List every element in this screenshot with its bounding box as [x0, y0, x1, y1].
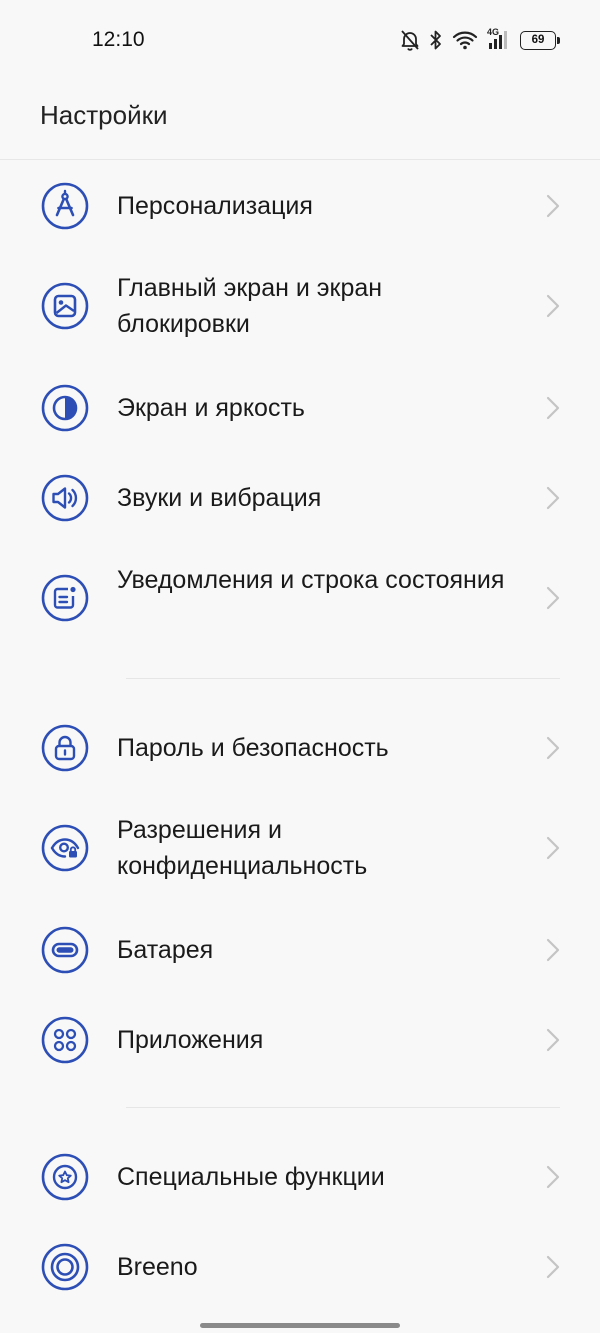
battery-indicator: 69 — [520, 30, 560, 50]
group-divider — [126, 1107, 560, 1108]
settings-item-label: Экран и яркость — [117, 394, 305, 422]
settings-item-sounds-vibration[interactable]: Звуки и вибрация — [0, 470, 600, 526]
settings-item-password-security[interactable]: Пароль и безопасность — [0, 720, 600, 776]
title-divider — [0, 159, 600, 160]
settings-item-home-lock-screen[interactable]: Главный экран и экран блокировки — [0, 268, 600, 344]
group-divider — [126, 678, 560, 679]
chevron-right-icon — [546, 586, 560, 610]
settings-item-label: Главный экран и экран блокировки — [117, 274, 383, 338]
chevron-right-icon — [546, 938, 560, 962]
chevron-right-icon — [546, 1255, 560, 1279]
settings-item-apps[interactable]: Приложения — [0, 1012, 600, 1068]
status-bar: 12:10 4G 69 — [0, 0, 600, 80]
status-time: 12:10 — [92, 28, 145, 51]
breeno-icon — [41, 1243, 89, 1291]
status-icons: 4G 69 — [400, 27, 560, 53]
settings-item-battery[interactable]: Батарея — [0, 922, 600, 978]
privacy-eye-icon — [41, 824, 89, 872]
speaker-icon — [41, 474, 89, 522]
bluetooth-icon — [430, 30, 441, 50]
star-badge-icon — [41, 1153, 89, 1201]
chevron-right-icon — [546, 1165, 560, 1189]
wifi-icon — [452, 31, 478, 50]
chevron-right-icon — [546, 736, 560, 760]
bell-muted-icon — [401, 30, 419, 51]
settings-item-display-brightness[interactable]: Экран и яркость — [0, 380, 600, 436]
chevron-right-icon — [546, 396, 560, 420]
settings-item-special-features[interactable]: Специальные функции — [0, 1149, 600, 1205]
notification-icon — [41, 574, 89, 622]
brightness-icon — [41, 384, 89, 432]
chevron-right-icon — [546, 486, 560, 510]
settings-item-permissions-privacy[interactable]: Разрешения и конфиденциальность — [0, 810, 600, 886]
lock-icon — [41, 724, 89, 772]
settings-item-label: Приложения — [117, 1026, 264, 1054]
settings-item-label: Breeno — [117, 1253, 198, 1281]
settings-item-label: Персонализация — [117, 192, 313, 220]
page-title: Настройки — [40, 100, 168, 130]
compass-icon — [41, 182, 89, 230]
apps-grid-icon — [41, 1016, 89, 1064]
settings-item-label: Разрешения и конфиденциальность — [117, 816, 368, 880]
settings-item-breeno[interactable]: Breeno — [0, 1239, 600, 1295]
chevron-right-icon — [546, 194, 560, 218]
battery-icon — [41, 926, 89, 974]
settings-item-notifications-status-bar[interactable]: Уведомления и строка состояния — [0, 560, 600, 636]
settings-item-personalization[interactable]: Персонализация — [0, 178, 600, 234]
settings-item-label: Уведомления и строка состояния — [117, 566, 505, 594]
settings-item-label: Специальные функции — [117, 1163, 385, 1191]
cellular-signal-icon: 4G — [487, 27, 511, 51]
chevron-right-icon — [546, 294, 560, 318]
chevron-right-icon — [546, 1028, 560, 1052]
chevron-right-icon — [546, 836, 560, 860]
settings-item-label: Батарея — [117, 936, 214, 964]
settings-item-label: Звуки и вибрация — [117, 484, 322, 512]
home-indicator[interactable] — [200, 1323, 400, 1328]
wallpaper-icon — [41, 282, 89, 330]
settings-item-label: Пароль и безопасность — [117, 734, 389, 762]
